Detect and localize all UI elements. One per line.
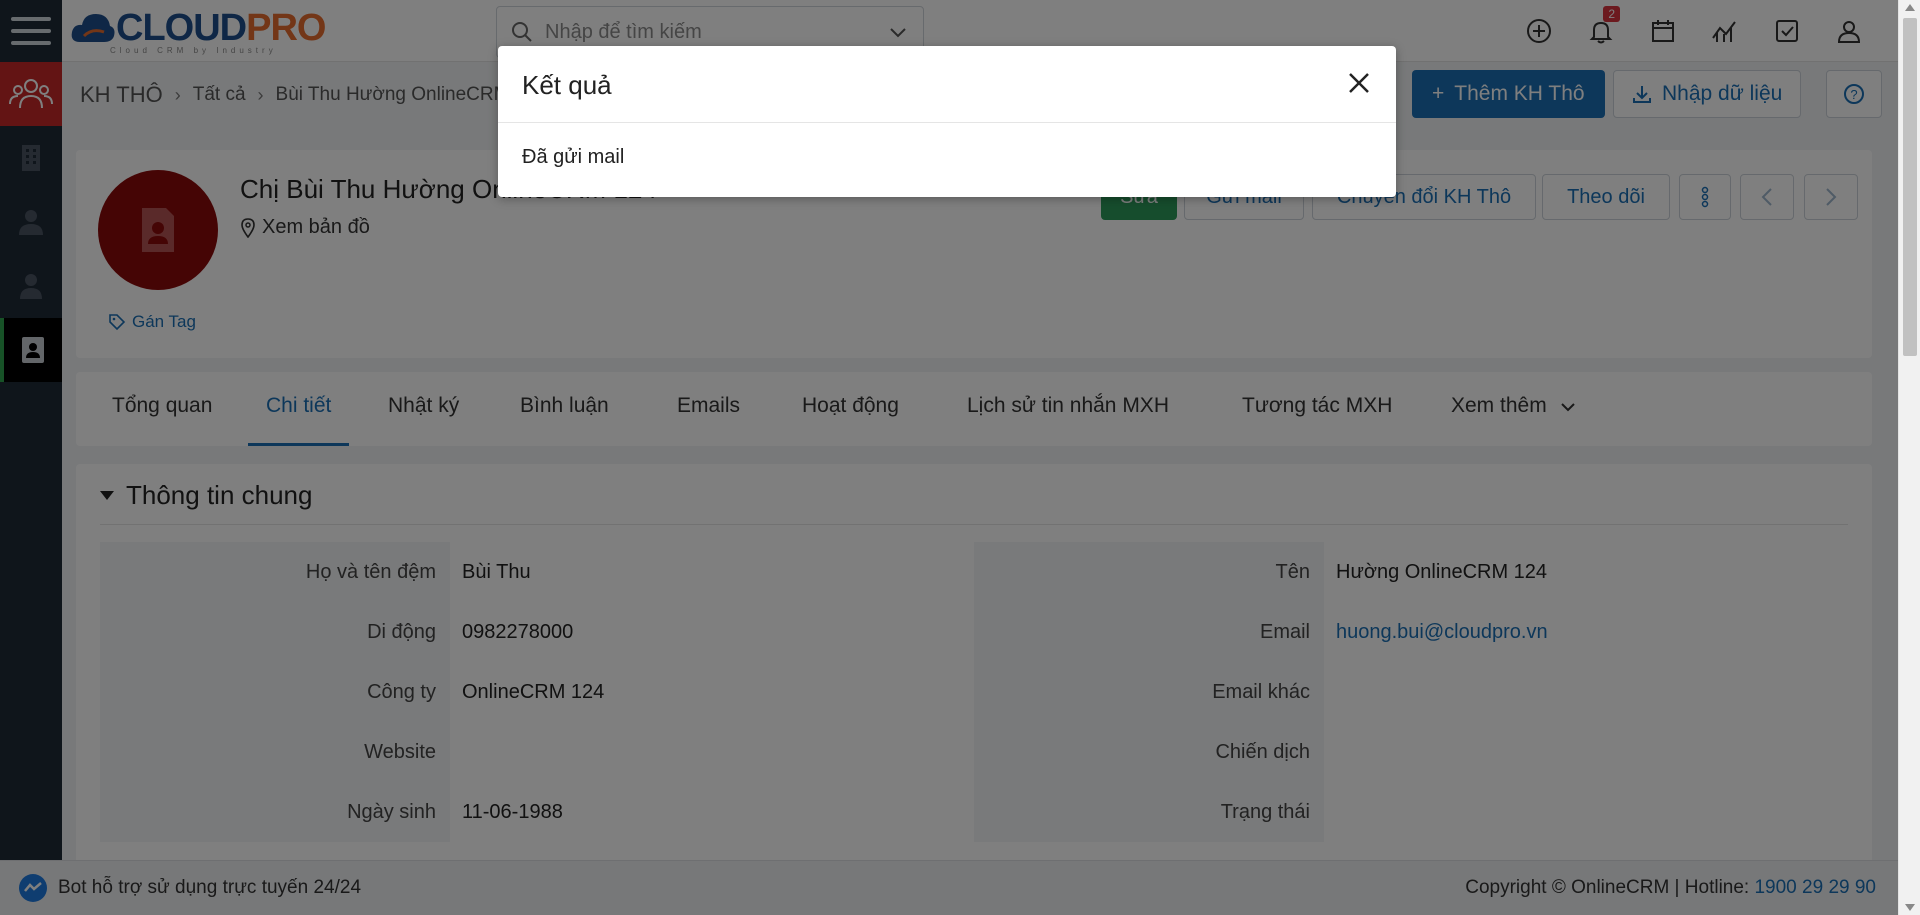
dialog-message: Đã gửi mail xyxy=(522,146,625,168)
dialog-header: Kết quả xyxy=(498,46,1396,123)
scroll-down-arrow[interactable] xyxy=(1905,904,1915,911)
result-dialog: Kết quả Đã gửi mail xyxy=(498,46,1396,197)
page-scrollbar[interactable] xyxy=(1898,0,1920,915)
scroll-thumb[interactable] xyxy=(1903,18,1917,356)
close-icon[interactable] xyxy=(1344,68,1374,98)
scroll-up-arrow[interactable] xyxy=(1905,4,1915,11)
dialog-title: Kết quả xyxy=(522,70,612,100)
